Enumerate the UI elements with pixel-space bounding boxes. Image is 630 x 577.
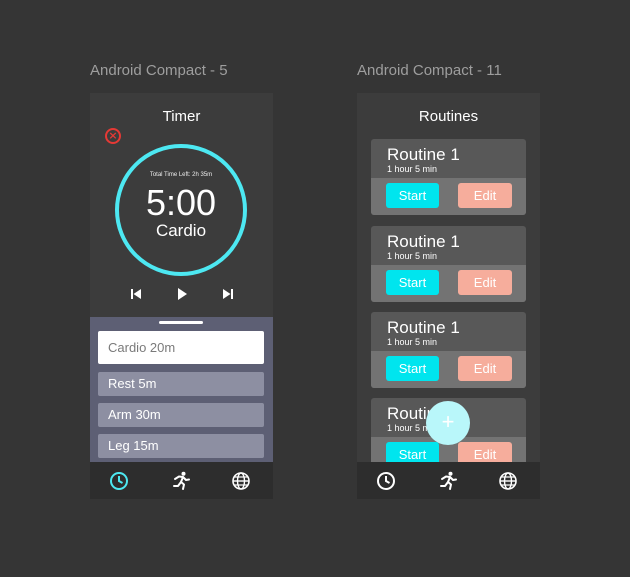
edit-button[interactable]: Edit [458, 356, 512, 381]
bottom-nav [357, 462, 540, 499]
running-person-icon[interactable] [171, 471, 191, 491]
routine-name: Routine 1 [387, 145, 460, 164]
close-icon[interactable]: × [105, 128, 121, 144]
routine-duration: 1 hour 5 min [387, 337, 438, 347]
skip-previous-icon[interactable] [129, 287, 143, 301]
list-item[interactable]: Arm 30m [98, 403, 264, 427]
routine-duration: 1 hour 5 min [387, 164, 438, 174]
drag-handle[interactable] [159, 321, 203, 324]
page-title: Timer [162, 108, 201, 125]
frame-label-routines: Android Compact - 11 [357, 62, 502, 79]
timer-ring: Total Time Left: 2h 35m 5:00 Cardio [115, 144, 247, 276]
start-button[interactable]: Start [386, 183, 439, 208]
countdown-time: 5:00 [145, 182, 217, 223]
frame-label-timer: Android Compact - 5 [90, 62, 228, 79]
edit-button[interactable]: Edit [458, 270, 512, 295]
routine-duration: 1 hour 5 min [387, 251, 438, 261]
globe-icon[interactable] [231, 471, 251, 491]
clock-icon[interactable] [376, 471, 396, 491]
list-item[interactable]: Rest 5m [98, 372, 264, 396]
routine-name: Routine 1 [387, 318, 460, 337]
activity-list-sheet: Cardio 20m Rest 5m Arm 30m Leg 15m [90, 317, 273, 462]
edit-button[interactable]: Edit [458, 183, 512, 208]
routines-screen: Routines Routine 1 1 hour 5 min Start Ed… [357, 93, 540, 499]
timer-screen: Timer × Total Time Left: 2h 35m 5:00 Car… [90, 93, 273, 499]
routine-card[interactable]: Routine 1 1 hour 5 min Start Edit [371, 312, 526, 388]
play-icon[interactable] [175, 287, 189, 301]
list-item[interactable]: Leg 15m [98, 434, 264, 458]
total-time-left: Total Time Left: 2h 35m [149, 172, 213, 178]
start-button[interactable]: Start [386, 270, 439, 295]
page-title: Routines [418, 108, 479, 125]
routine-name: Routine 1 [387, 232, 460, 251]
add-routine-button[interactable]: + [426, 401, 470, 445]
current-activity: Cardio [155, 221, 207, 240]
start-button[interactable]: Start [386, 356, 439, 381]
routine-card[interactable]: Routine 1 1 hour 5 min Start Edit [371, 226, 526, 302]
running-person-icon[interactable] [438, 471, 458, 491]
globe-icon[interactable] [498, 471, 518, 491]
clock-icon[interactable] [109, 471, 129, 491]
bottom-nav [90, 462, 273, 499]
skip-next-icon[interactable] [221, 287, 235, 301]
routine-card[interactable]: Routine 1 1 hour 5 min Start Edit [371, 139, 526, 215]
list-item-selected[interactable]: Cardio 20m [98, 331, 264, 364]
